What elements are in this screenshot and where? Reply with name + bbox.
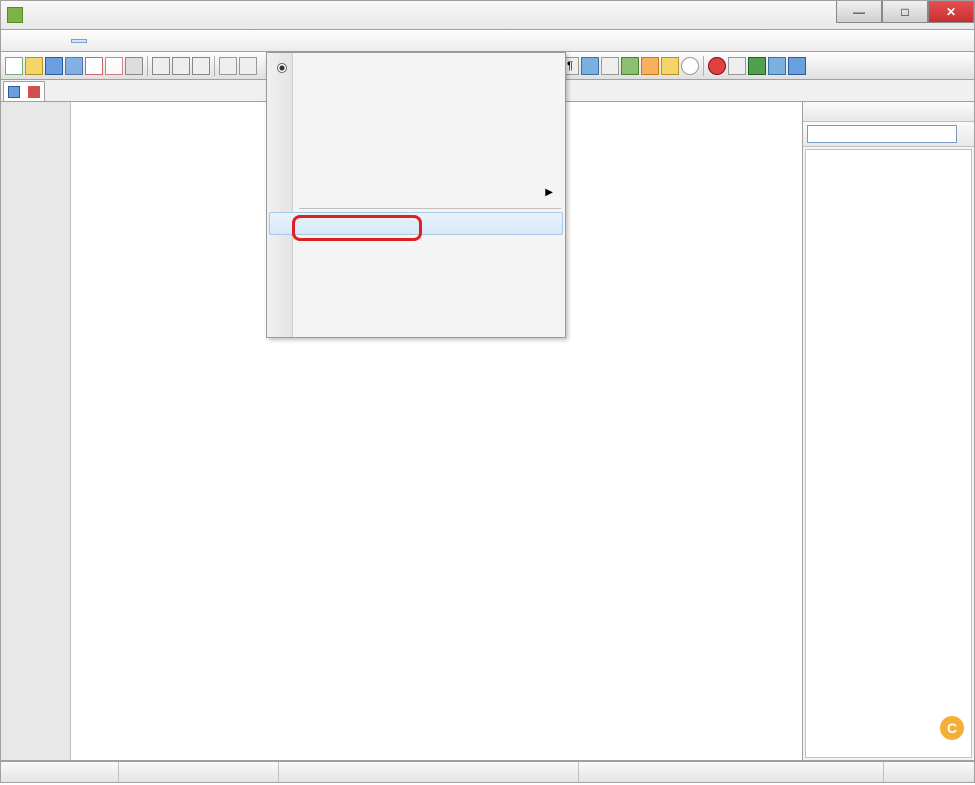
maximize-button[interactable]: □ (882, 1, 928, 23)
menu-file[interactable] (7, 39, 23, 43)
menu-help[interactable] (199, 39, 215, 43)
menuitem-to-utf8[interactable] (269, 235, 563, 260)
function-search-input[interactable] (807, 125, 957, 143)
paste-icon[interactable] (192, 57, 210, 75)
menu-tools[interactable] (119, 39, 135, 43)
tab-close-icon[interactable] (28, 86, 40, 98)
undo-icon[interactable] (219, 57, 237, 75)
status-position (279, 762, 579, 782)
function-list-icon[interactable] (641, 57, 659, 75)
submenu-arrow-icon: ▶ (545, 187, 553, 198)
menu-window[interactable] (183, 39, 199, 43)
toolbar-sep (147, 56, 148, 76)
new-file-icon[interactable] (5, 57, 23, 75)
record-macro-icon[interactable] (708, 57, 726, 75)
statusbar (0, 761, 975, 783)
toolbar-sep (214, 56, 215, 76)
menuitem-use-ucs2le[interactable] (269, 155, 563, 180)
window-buttons: — □ ✕ (836, 1, 974, 23)
open-file-icon[interactable] (25, 57, 43, 75)
menuitem-to-ucs2be[interactable] (269, 285, 563, 310)
close-all-icon[interactable] (105, 57, 123, 75)
tab-testdemo[interactable] (3, 81, 45, 101)
user-lang-icon[interactable] (601, 57, 619, 75)
doc-map-icon[interactable] (621, 57, 639, 75)
folder-workspace-icon[interactable] (661, 57, 679, 75)
radio-checked-icon (277, 63, 287, 73)
play-macro-icon[interactable] (748, 57, 766, 75)
sort-az-icon[interactable] (960, 127, 964, 141)
menuitem-use-ansi[interactable] (269, 55, 563, 80)
copy-icon[interactable] (172, 57, 190, 75)
menuitem-use-ucs2be[interactable] (269, 130, 563, 155)
watermark: C (940, 716, 968, 740)
encoding-dropdown: ▶ (266, 52, 566, 338)
menu-macro[interactable] (135, 39, 151, 43)
function-list-panel (802, 102, 974, 760)
menu-settings[interactable] (103, 39, 119, 43)
cut-icon[interactable] (152, 57, 170, 75)
panel-header (803, 102, 974, 122)
save-icon[interactable] (45, 57, 63, 75)
play-multi-icon[interactable] (768, 57, 786, 75)
panel-toolbar (803, 122, 974, 147)
line-number-gutter (1, 102, 71, 760)
dropdown-separator (299, 208, 561, 209)
monitoring-icon[interactable] (681, 57, 699, 75)
close-button[interactable]: ✕ (928, 1, 974, 23)
status-length (1, 762, 119, 782)
stop-macro-icon[interactable] (728, 57, 746, 75)
menu-search[interactable] (39, 39, 55, 43)
toolbar-sep (703, 56, 704, 76)
menuitem-use-utf8[interactable] (269, 80, 563, 105)
save-macro-icon[interactable] (788, 57, 806, 75)
watermark-logo-icon: C (940, 716, 964, 740)
status-eol[interactable] (774, 762, 884, 782)
reload-icon[interactable] (967, 127, 971, 141)
menu-view[interactable] (55, 39, 71, 43)
menu-plugins[interactable] (167, 39, 183, 43)
menuitem-to-ansi[interactable] (269, 212, 563, 235)
menuitem-use-utf8bom[interactable] (269, 105, 563, 130)
minimize-button[interactable]: — (836, 1, 882, 23)
menuitem-to-ucs2le[interactable] (269, 310, 563, 335)
menu-edit[interactable] (23, 39, 39, 43)
menu-language[interactable] (87, 39, 103, 43)
status-encoding[interactable] (884, 762, 974, 782)
menu-encoding[interactable] (71, 39, 87, 43)
status-lines (119, 762, 279, 782)
redo-icon[interactable] (239, 57, 257, 75)
indent-guide-icon[interactable] (581, 57, 599, 75)
print-icon[interactable] (125, 57, 143, 75)
close-file-icon[interactable] (85, 57, 103, 75)
titlebar: — □ ✕ (0, 0, 975, 30)
app-icon (7, 7, 23, 23)
menubar (0, 30, 975, 52)
function-list-body[interactable] (805, 149, 972, 758)
menuitem-charset[interactable]: ▶ (269, 180, 563, 205)
menu-run[interactable] (151, 39, 167, 43)
saved-file-icon (8, 86, 20, 98)
save-all-icon[interactable] (65, 57, 83, 75)
menuitem-to-utf8bom[interactable] (269, 260, 563, 285)
